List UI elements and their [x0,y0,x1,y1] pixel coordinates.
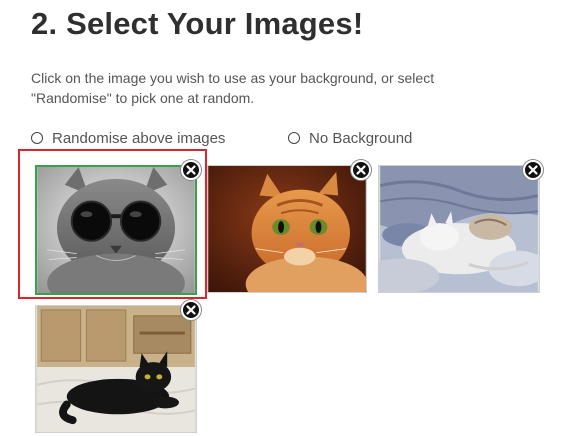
remove-image-1-button[interactable] [181,160,201,180]
close-icon [528,165,538,175]
image-tile-black-cat[interactable] [35,305,197,433]
no-background-radio-icon[interactable] [288,132,300,144]
remove-image-2-button[interactable] [351,160,371,180]
close-icon [356,165,366,175]
instructions-line-2: "Randomise" to pick one at random. [31,90,255,106]
cat-sunglasses-image [37,167,195,293]
image-tile-sleeping-cats[interactable] [378,165,540,293]
image-tile-orange-tabby[interactable] [207,165,367,293]
instructions: Click on the image you wish to use as yo… [31,68,491,108]
sleeping-cats-image [379,166,539,292]
no-background-option[interactable]: No Background [288,128,412,148]
remove-image-4-button[interactable] [181,300,201,320]
no-background-label[interactable]: No Background [309,130,412,147]
remove-image-3-button[interactable] [523,160,543,180]
instructions-line-1: Click on the image you wish to use as yo… [31,70,435,86]
image-tile-cat-sunglasses[interactable] [35,165,197,295]
randomise-option[interactable]: Randomise above images [31,128,225,148]
page-title: 2. Select Your Images! [31,6,364,41]
black-cat-image [37,306,196,432]
close-icon [186,305,196,315]
orange-tabby-image [208,166,366,292]
randomise-label[interactable]: Randomise above images [52,130,225,147]
close-icon [186,165,196,175]
randomise-radio-icon[interactable] [31,132,43,144]
